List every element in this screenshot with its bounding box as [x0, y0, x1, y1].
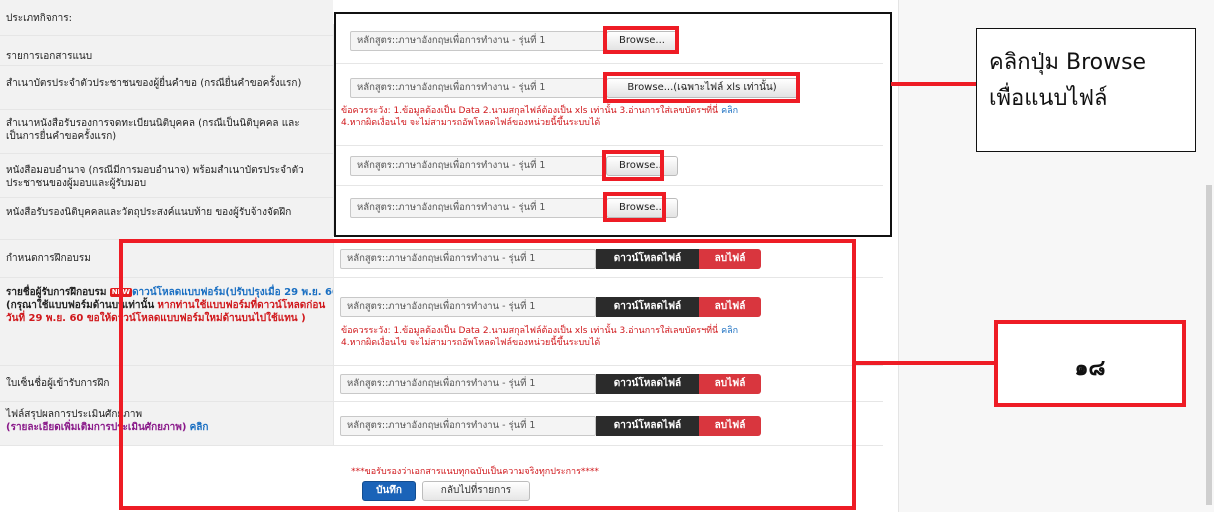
browse-callout-line1: คลิกปุ่ม Browse — [989, 50, 1147, 75]
trainee-list-label: รายชื่อผู้รับการฝึกอบรม — [6, 287, 107, 298]
browse-callout: คลิกปุ่ม Browse เพื่อแนบไฟล์ — [976, 28, 1196, 152]
browse-callout-text: คลิกปุ่ม Browse เพื่อแนบไฟล์ — [989, 45, 1146, 117]
step-number: ๑๘ — [1074, 356, 1106, 381]
browse-highlight-box — [602, 150, 664, 181]
attachments-header: รายการเอกสารแนบ — [0, 36, 333, 66]
vertical-scrollbar[interactable] — [1206, 185, 1212, 505]
power-of-attorney-label: หนังสือมอบอำนาจ (กรณีมีการมอบอำนาจ) พร้อ… — [0, 154, 333, 198]
company-registration-label: สำเนาหนังสือรับรองการจดทะเบียนนิติบุคคล … — [0, 110, 333, 154]
download-section-highlight — [119, 239, 856, 510]
browse-highlight-box — [603, 72, 800, 103]
callout-connector — [891, 82, 977, 86]
step-connector — [854, 361, 998, 365]
id-card-copy-label: สำเนาบัตรประจำตัวประชาชนของผู้ยื่นคำขอ (… — [0, 66, 333, 110]
business-type-label: ประเภทกิจการ: — [0, 0, 333, 36]
browse-callout-line2: เพื่อแนบไฟล์ — [989, 86, 1108, 111]
browse-highlight-box — [603, 192, 666, 222]
step-callout: ๑๘ — [994, 320, 1186, 407]
browse-highlight-box — [603, 26, 679, 54]
juristic-certificate-label: หนังสือรับรองนิติบุคคลและวัตถุประสงค์แนบ… — [0, 198, 333, 240]
